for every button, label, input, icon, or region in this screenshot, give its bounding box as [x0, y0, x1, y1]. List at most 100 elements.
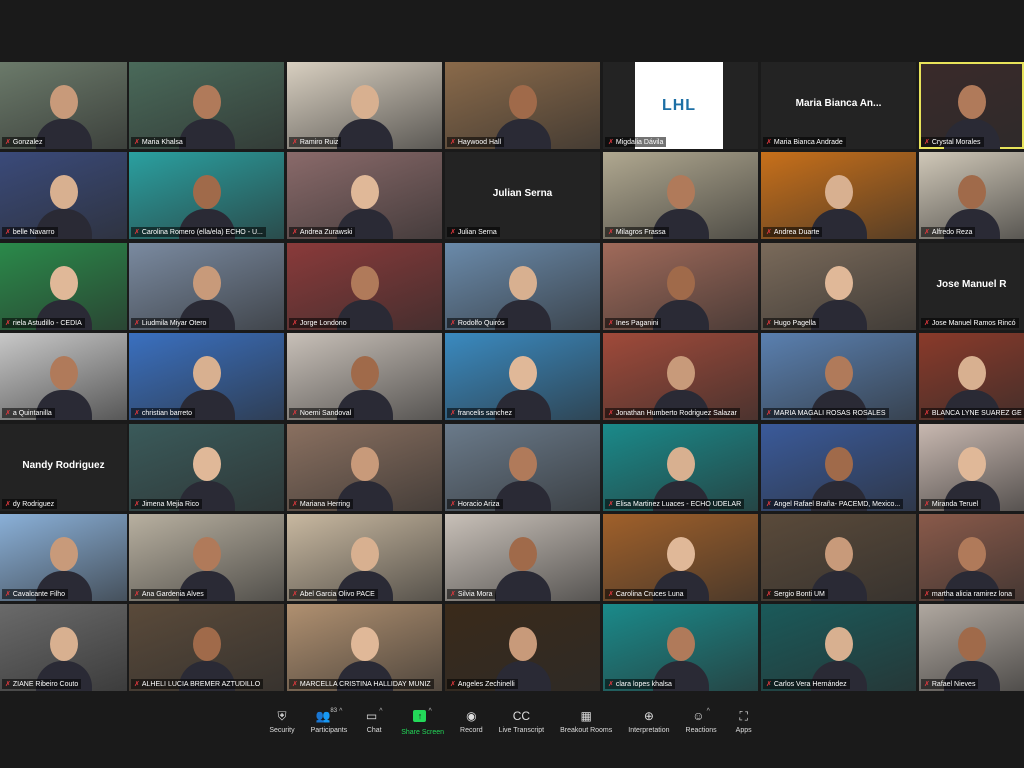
participant-name-label: ✗ Abel Garcia Olivo PACE	[289, 589, 378, 599]
participant-tile[interactable]: ✗ Rodolfo Quirós	[445, 243, 600, 330]
participant-name-label: ✗ Milagros Frassa	[605, 227, 669, 237]
participant-tile[interactable]: ✗ Noemi Sandoval	[287, 333, 442, 420]
reactions-icon: ☺	[692, 709, 705, 723]
muted-mic-icon: ✗	[134, 681, 140, 688]
muted-mic-icon: ✗	[134, 501, 140, 508]
participant-tile[interactable]: ✗ clara lopes khalsa	[603, 604, 758, 691]
participant-tile[interactable]: ✗ riela Astudillo - CEDIA	[0, 243, 127, 330]
participant-tile[interactable]: ✗ francelis sanchez	[445, 333, 600, 420]
participant-name: Noemi Sandoval	[299, 409, 352, 417]
participant-name: Mariana Herring	[299, 500, 351, 508]
participant-tile[interactable]: ✗ martha alicia ramirez lona	[919, 514, 1024, 601]
share-screen-icon: ↑	[413, 710, 427, 722]
participant-tile[interactable]: ✗ Angeles Zechinelli	[445, 604, 600, 691]
participant-tile[interactable]: ✗ christian barreto	[129, 333, 284, 420]
muted-mic-icon: ✗	[924, 591, 930, 598]
participant-tile[interactable]: ✗ Jonathan Humberto Rodriguez Salazar	[603, 333, 758, 420]
caret-up-icon[interactable]: ^	[379, 708, 382, 715]
muted-mic-icon: ✗	[5, 410, 11, 417]
participant-tile[interactable]: ✗ a Quintanilla	[0, 333, 127, 420]
participant-tile[interactable]: ✗ Carolina Romero (ella/ela) ECHO - U...	[129, 152, 284, 239]
participant-tile[interactable]: ✗ Silvia Mora	[445, 514, 600, 601]
participant-tile[interactable]: ✗ Miranda Teruel	[919, 424, 1024, 511]
breakout-rooms-button[interactable]: ▦ Breakout Rooms	[554, 708, 618, 768]
record-button[interactable]: ◉ Record	[454, 708, 489, 768]
muted-mic-icon: ✗	[608, 591, 614, 598]
participant-name-label: ✗ Elisa Martinez Luaces - ECHO UDELAR	[605, 499, 745, 509]
participant-name-label: ✗ dy Rodriguez	[2, 499, 58, 509]
caret-up-icon[interactable]: ^	[428, 708, 431, 715]
participant-tile[interactable]: ✗ ZIANE Ribeiro Couto	[0, 604, 127, 691]
participant-name-label: ✗ Crystal Morales	[921, 137, 984, 147]
muted-mic-icon: ✗	[292, 591, 298, 598]
participant-tile[interactable]: ✗ Horacio Ariza	[445, 424, 600, 511]
participant-tile[interactable]: LHL ✗ Migdalia Dávila	[603, 62, 758, 149]
participant-tile[interactable]: ✗ Alfredo Reza	[919, 152, 1024, 239]
participant-tile[interactable]: ✗ Elisa Martinez Luaces - ECHO UDELAR	[603, 424, 758, 511]
participant-tile[interactable]: Julian Serna ✗ Julian Serna	[445, 152, 600, 239]
participant-tile[interactable]: ✗ BLANCA LYNE SUAREZ GE	[919, 333, 1024, 420]
participant-tile[interactable]: ✗ Hugo Pagella	[761, 243, 916, 330]
participant-name: Carlos Vera Hernández	[773, 680, 847, 688]
participant-tile[interactable]: ✗ Carlos Vera Hernández	[761, 604, 916, 691]
participant-tile[interactable]: Jose Manuel R ✗ Jose Manuel Ramos Rincó	[919, 243, 1024, 330]
participant-tile[interactable]: Nandy Rodriguez ✗ dy Rodriguez	[0, 424, 127, 511]
participant-tile[interactable]: ✗ Sergio Bonti UM	[761, 514, 916, 601]
participant-tile[interactable]: ✗ Jorge Londono	[287, 243, 442, 330]
participant-tile[interactable]: ✗ Crystal Morales	[919, 62, 1024, 149]
toolbar-label: Reactions	[685, 727, 717, 734]
participant-tile[interactable]: ✗ Cavalcante Filho	[0, 514, 127, 601]
participant-tile[interactable]: ✗ Maria Khalsa	[129, 62, 284, 149]
participant-tile[interactable]: ✗ Angel Rafael Braña- PACEMD, Mexico...	[761, 424, 916, 511]
participant-tile[interactable]: ✗ MARCELLA CRISTINA HALLIDAY MUNIZ	[287, 604, 442, 691]
live-transcript-button[interactable]: CC Live Transcript	[493, 708, 551, 768]
participant-name: Julian Serna	[457, 228, 497, 236]
participant-video	[333, 79, 397, 149]
interpretation-button[interactable]: ⊕ Interpretation	[622, 708, 675, 768]
participant-tile[interactable]: ✗ Andrea Zurawski	[287, 152, 442, 239]
muted-mic-icon: ✗	[5, 591, 11, 598]
participant-name-label: ✗ Carolina Cruces Luna	[605, 589, 687, 599]
participant-tile[interactable]: ✗ Ana Gardenia Alves	[129, 514, 284, 601]
toolbar-label: Participants	[310, 727, 348, 734]
participant-tile[interactable]: ✗ Mariana Herring	[287, 424, 442, 511]
participant-name: Cavalcante Filho	[12, 590, 66, 598]
participant-tile[interactable]: ✗ Carolina Cruces Luna	[603, 514, 758, 601]
caret-up-icon[interactable]: ^	[707, 708, 710, 715]
caret-up-icon[interactable]: ^	[339, 708, 342, 715]
reactions-button[interactable]: ☺ ^ Reactions	[680, 708, 723, 768]
security-button[interactable]: ⛨ Security	[263, 708, 300, 768]
chat-button[interactable]: ▭ ^ Chat	[357, 708, 391, 768]
share-screen-button[interactable]: ↑ ^ Share Screen	[395, 708, 450, 768]
toolbar-label: Record	[460, 727, 483, 734]
muted-mic-icon: ✗	[450, 139, 456, 146]
participant-tile[interactable]: ✗ MARIA MAGALI ROSAS ROSALES	[761, 333, 916, 420]
participant-name-label: ✗ Ramiro Ruiz	[289, 137, 342, 147]
toolbar-label: Share Screen	[401, 729, 445, 736]
participant-tile[interactable]: ✗ Ines Paganini	[603, 243, 758, 330]
participant-name: Milagros Frassa	[615, 228, 666, 236]
muted-mic-icon: ✗	[292, 681, 298, 688]
participant-name-label: ✗ Maria Bianca Andrade	[763, 137, 846, 147]
participant-tile[interactable]: ✗ Haywood Hall	[445, 62, 600, 149]
participants-button[interactable]: 👥 83 ^ Participants	[305, 708, 354, 768]
participant-tile[interactable]: ✗ Abel Garcia Olivo PACE	[287, 514, 442, 601]
participant-name: a Quintanilla	[12, 409, 52, 417]
participant-tile[interactable]: ✗ Ramiro Ruiz	[287, 62, 442, 149]
participant-name-label: ✗ Angeles Zechinelli	[447, 679, 518, 689]
participant-tile[interactable]: Maria Bianca An... ✗ Maria Bianca Andrade	[761, 62, 916, 149]
muted-mic-icon: ✗	[766, 139, 772, 146]
participant-tile[interactable]: ✗ Jimena Mejia Rico	[129, 424, 284, 511]
participant-tile[interactable]: ✗ Rafael Nieves	[919, 604, 1024, 691]
participant-tile[interactable]: ✗ Liudmila Miyar Otero	[129, 243, 284, 330]
participant-name-label: ✗ Maria Khalsa	[131, 137, 186, 147]
participant-tile[interactable]: ✗ Milagros Frassa	[603, 152, 758, 239]
participant-name: Carolina Romero (ella/ela) ECHO - U...	[141, 228, 263, 236]
apps-button[interactable]: ⛶ Apps	[727, 708, 761, 768]
muted-mic-icon: ✗	[5, 139, 11, 146]
muted-mic-icon: ✗	[292, 139, 298, 146]
participant-tile[interactable]: ✗ Gonzalez	[0, 62, 127, 149]
participant-tile[interactable]: ✗ ALHELI LUCIA BREMER AZTUDILLO	[129, 604, 284, 691]
participant-tile[interactable]: ✗ belle Navarro	[0, 152, 127, 239]
participant-tile[interactable]: ✗ Andrea Duarte	[761, 152, 916, 239]
